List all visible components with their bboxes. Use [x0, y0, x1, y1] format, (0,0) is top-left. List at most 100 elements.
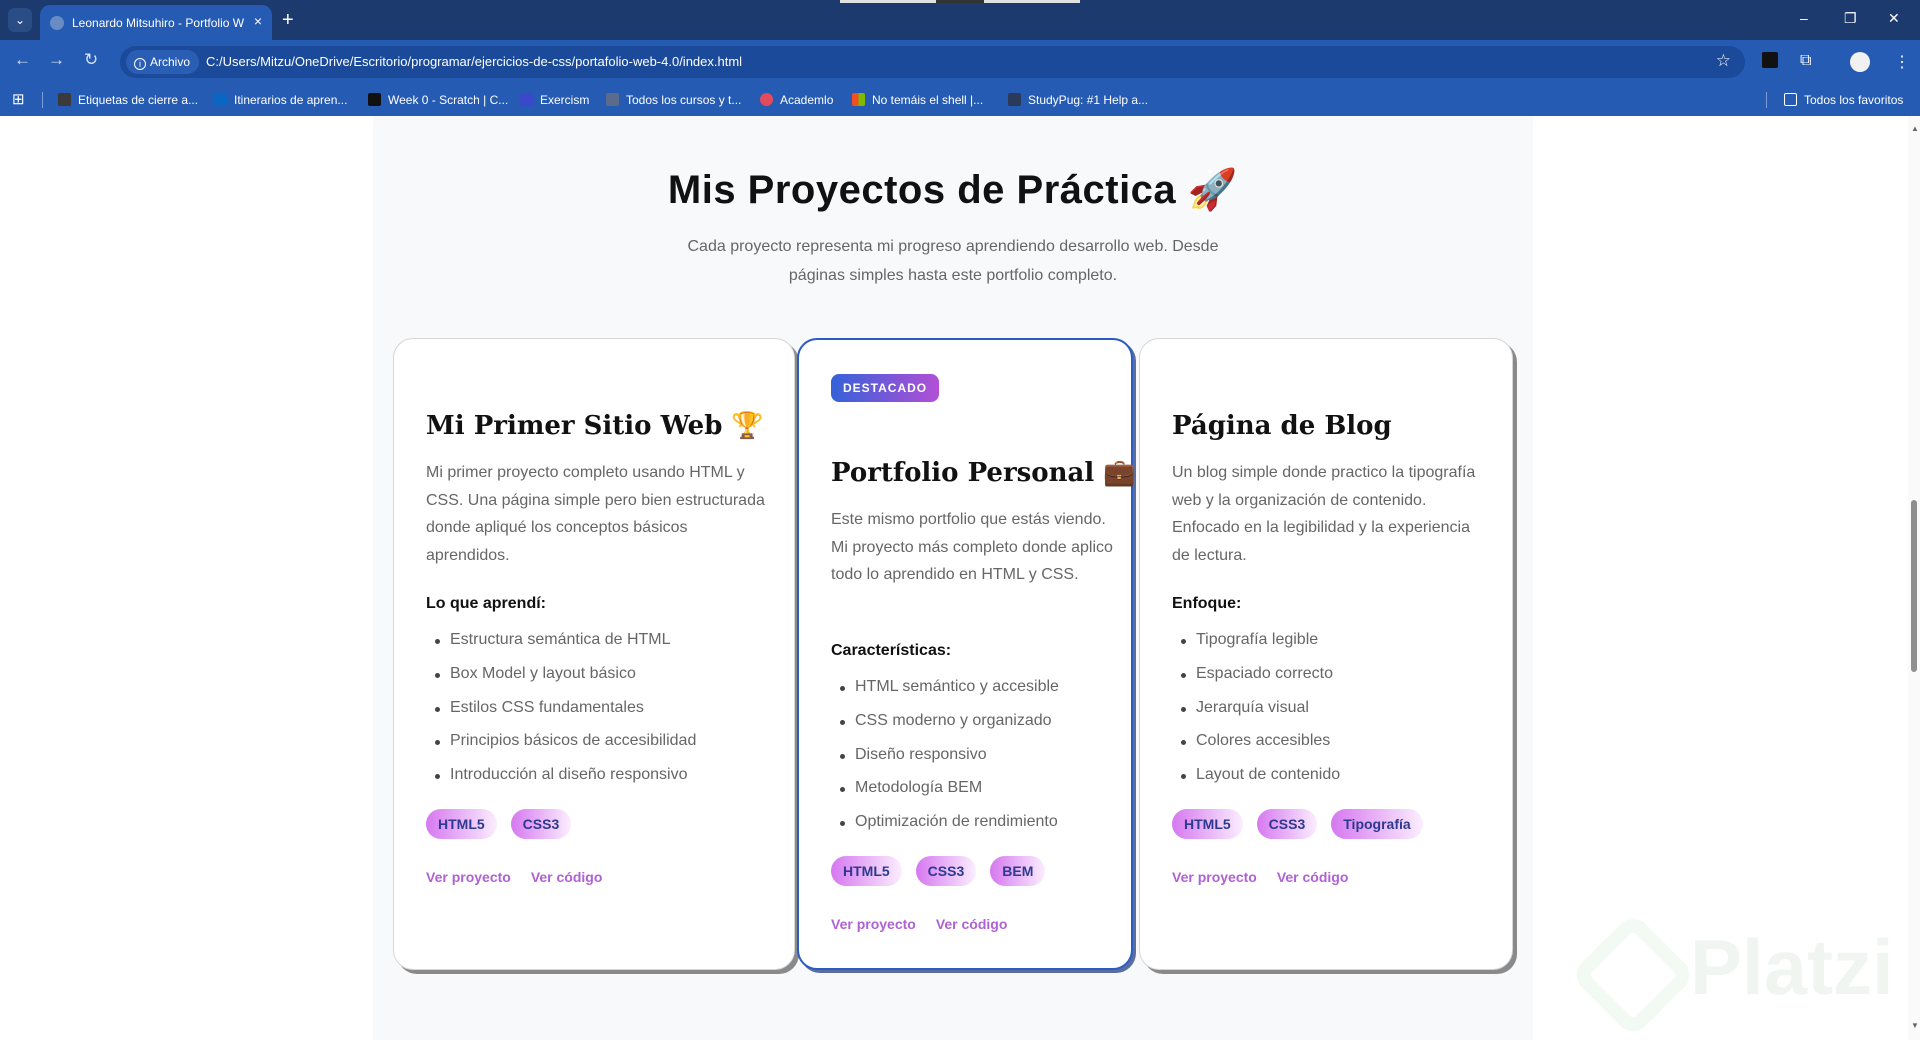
- menu-icon[interactable]: ⋮: [1894, 52, 1910, 72]
- bookmark-favicon-icon: [58, 93, 71, 106]
- bookmark-item[interactable]: StudyPug: #1 Help a...: [1008, 93, 1148, 107]
- view-code-link[interactable]: Ver código: [531, 869, 603, 885]
- tab-strip: ⌄ Leonardo Mitsuhiro - Portfolio W × + –…: [0, 0, 1920, 40]
- card-feature-list: Tipografía legible Espaciado correcto Je…: [1180, 631, 1340, 800]
- list-item: HTML semántico y accesible: [840, 678, 1059, 712]
- card-links: Ver proyecto Ver código: [831, 916, 1007, 932]
- section-subtitle: Cada proyecto representa mi progreso apr…: [687, 238, 1219, 284]
- card-title: Portfolio Personal 💼: [831, 458, 1136, 488]
- view-project-link[interactable]: Ver proyecto: [1172, 869, 1257, 885]
- info-icon: i: [134, 58, 146, 70]
- list-item: Diseño responsivo: [840, 746, 1059, 780]
- bookmark-item[interactable]: Etiquetas de cierre a...: [58, 93, 198, 107]
- view-code-link[interactable]: Ver código: [936, 916, 1008, 932]
- bookmark-label: Todos los cursos y t...: [626, 93, 742, 107]
- tag-typography: Tipografía: [1331, 809, 1423, 839]
- section-title: Mis Proyectos de Práctica 🚀: [667, 168, 1239, 212]
- all-bookmarks-folder[interactable]: Todos los favoritos: [1784, 93, 1903, 107]
- bookmark-item[interactable]: Itinerarios de apren...: [214, 93, 347, 107]
- bookmarks-divider: [42, 92, 43, 108]
- extension-app-icon[interactable]: [1762, 52, 1778, 68]
- card-feature-list: HTML semántico y accesible CSS moderno y…: [840, 678, 1059, 847]
- page-icon: [606, 93, 619, 106]
- linkedin-icon: [214, 93, 227, 106]
- tag-list: HTML5 CSS3 Tipografía: [1172, 809, 1423, 839]
- apps-icon[interactable]: ⊞: [12, 90, 25, 108]
- tag-list: HTML5 CSS3 BEM: [831, 856, 1046, 886]
- screen-share-indicator: [840, 0, 1080, 3]
- project-card: Mi Primer Sitio Web 🏆 Mi primer proyecto…: [393, 338, 795, 970]
- bookmarks-bar: ⊞ Etiquetas de cierre a... Itinerarios d…: [0, 84, 1920, 116]
- card-list-heading: Características:: [831, 642, 952, 659]
- list-item: Introducción al diseño responsivo: [434, 766, 696, 800]
- profile-avatar[interactable]: [1850, 52, 1870, 72]
- list-item: Jerarquía visual: [1180, 699, 1340, 733]
- site-info-chip[interactable]: i Archivo: [126, 50, 200, 74]
- list-item: Metodología BEM: [840, 779, 1059, 813]
- new-tab-button[interactable]: +: [282, 8, 294, 32]
- microsoft-icon: [852, 93, 865, 106]
- platzi-watermark: Platzi: [1690, 923, 1894, 1011]
- site-info-label: Archivo: [150, 55, 191, 69]
- tab-title: Leonardo Mitsuhiro - Portfolio W: [72, 16, 244, 30]
- card-list-heading: Lo que aprendí:: [426, 595, 546, 612]
- exercism-icon: [520, 93, 533, 106]
- page-scrollbar[interactable]: ▲ ▼: [1908, 116, 1920, 1040]
- forward-icon[interactable]: →: [48, 50, 65, 70]
- bookmark-item[interactable]: Todos los cursos y t...: [606, 93, 741, 107]
- scroll-thumb[interactable]: [1911, 500, 1917, 672]
- card-title: Mi Primer Sitio Web 🏆: [426, 411, 764, 441]
- bookmark-label: Week 0 - Scratch | C...: [388, 93, 509, 107]
- bookmark-item[interactable]: Academlo: [760, 93, 833, 107]
- tab-close-icon[interactable]: ×: [254, 13, 262, 29]
- restore-icon[interactable]: ❐: [1844, 10, 1857, 27]
- tag-css3: CSS3: [915, 856, 977, 886]
- list-item: Estructura semántica de HTML: [434, 631, 696, 665]
- card-links: Ver proyecto Ver código: [426, 869, 602, 885]
- browser-toolbar: ← → ↻ i Archivo C:/Users/Mitzu/OneDrive/E…: [0, 40, 1920, 84]
- minimize-icon[interactable]: –: [1800, 10, 1808, 26]
- card-description: Este mismo portfolio que estás viendo. M…: [831, 511, 1113, 583]
- list-item: Layout de contenido: [1180, 766, 1340, 800]
- address-bar[interactable]: i Archivo C:/Users/Mitzu/OneDrive/Escrito…: [120, 46, 1745, 78]
- page-viewport: Mis Proyectos de Práctica 🚀 Cada proyect…: [0, 116, 1920, 1040]
- list-item: Tipografía legible: [1180, 631, 1340, 665]
- list-item: Estilos CSS fundamentales: [434, 699, 696, 733]
- bookmarks-divider: [1766, 92, 1767, 108]
- view-code-link[interactable]: Ver código: [1277, 869, 1349, 885]
- bookmark-item[interactable]: Week 0 - Scratch | C...: [368, 93, 508, 107]
- active-tab[interactable]: Leonardo Mitsuhiro - Portfolio W ×: [40, 5, 272, 40]
- bookmark-item[interactable]: Exercism: [520, 93, 589, 107]
- view-project-link[interactable]: Ver proyecto: [426, 869, 511, 885]
- bookmark-label: Academlo: [780, 93, 834, 107]
- reload-icon[interactable]: ↻: [84, 50, 98, 70]
- projects-section: Mis Proyectos de Práctica 🚀 Cada proyect…: [373, 116, 1533, 1040]
- bookmark-item[interactable]: No temáis el shell |...: [852, 93, 983, 107]
- x-icon: [368, 93, 381, 106]
- list-item: Box Model y layout básico: [434, 665, 696, 699]
- bookmark-star-icon[interactable]: ☆: [1716, 51, 1731, 71]
- bookmark-label: StudyPug: #1 Help a...: [1028, 93, 1149, 107]
- bookmark-label: Todos los favoritos: [1804, 93, 1904, 107]
- back-icon[interactable]: ←: [14, 50, 31, 70]
- platzi-logo-icon: [1569, 911, 1697, 1039]
- scroll-up-icon[interactable]: ▲: [1911, 124, 1919, 133]
- scroll-down-icon[interactable]: ▼: [1911, 1021, 1919, 1030]
- project-card-featured: DESTACADO Portfolio Personal 💼 Este mism…: [797, 338, 1136, 970]
- academlo-icon: [760, 93, 773, 106]
- tab-search-button[interactable]: ⌄: [8, 8, 32, 32]
- bookmark-label: Etiquetas de cierre a...: [78, 93, 199, 107]
- extensions-puzzle-icon[interactable]: ⧉: [1800, 52, 1811, 70]
- list-item: Espaciado correcto: [1180, 665, 1340, 699]
- tag-list: HTML5 CSS3: [426, 809, 572, 839]
- tag-css3: CSS3: [1256, 809, 1318, 839]
- view-project-link[interactable]: Ver proyecto: [831, 916, 916, 932]
- featured-badge: DESTACADO: [831, 374, 940, 402]
- card-description: Mi primer proyecto completo usando HTML …: [426, 464, 765, 564]
- studypug-icon: [1008, 93, 1021, 106]
- url-text[interactable]: C:/Users/Mitzu/OneDrive/Escritorio/progr…: [206, 54, 742, 69]
- list-item: Principios básicos de accesibilidad: [434, 732, 696, 766]
- window-close-icon[interactable]: ✕: [1888, 10, 1900, 27]
- tag-html5: HTML5: [1172, 809, 1243, 839]
- bookmark-label: Exercism: [540, 93, 590, 107]
